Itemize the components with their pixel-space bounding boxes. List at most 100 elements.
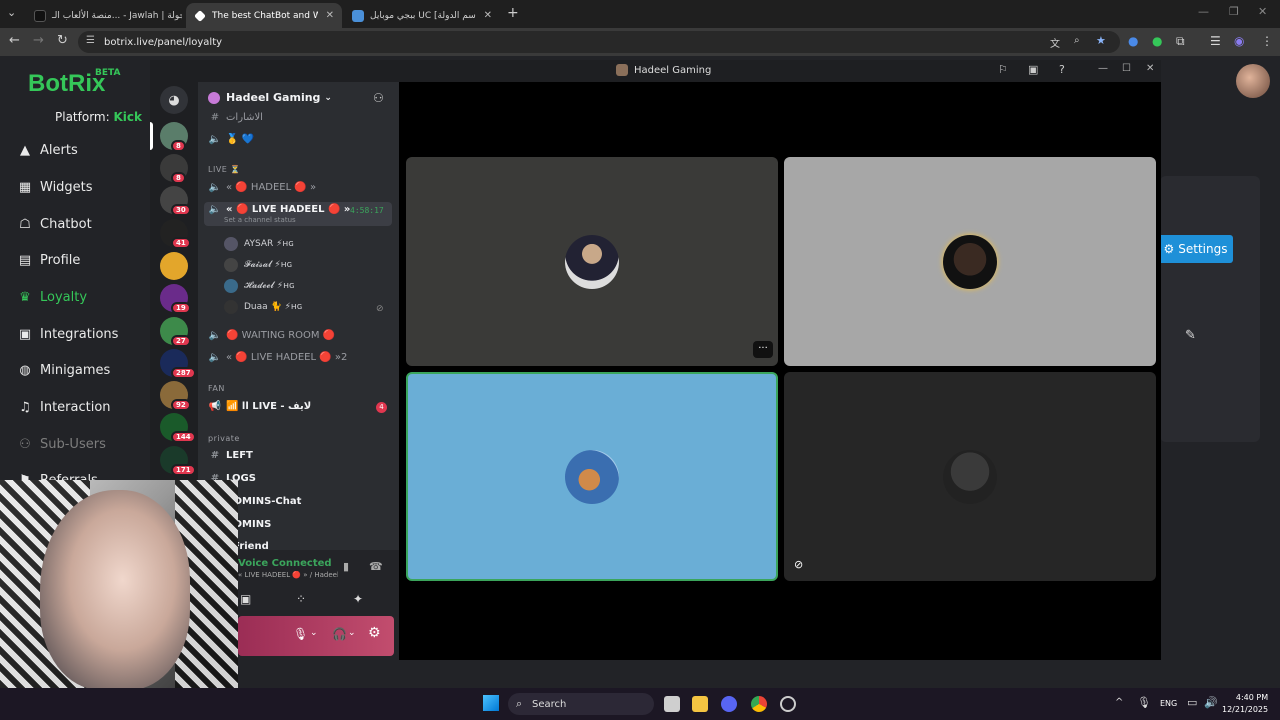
taskbar-search[interactable]: ⌕ Search	[508, 693, 654, 715]
channel-fan-live[interactable]: 📢 📶 ll LIVE - لايف	[208, 401, 311, 412]
nav-item-integrations[interactable]: ▣ Integrations	[16, 323, 119, 345]
discord-home-icon[interactable]: ◕	[160, 86, 188, 114]
voice-channel-hadeel[interactable]: 🔈 « 🔴 HADEEL 🔴 »	[208, 182, 316, 193]
participant-tile-speaking[interactable]	[406, 372, 778, 581]
channel-status[interactable]: Set a channel status	[224, 216, 296, 224]
channel-announcements[interactable]: # الاشارات	[208, 112, 263, 123]
plugin-icon: ▣	[18, 326, 32, 342]
translate-icon[interactable]: 文	[1050, 35, 1060, 50]
bookmark-star-icon[interactable]: ★	[1096, 34, 1106, 47]
close-tab-icon[interactable]: ✕	[476, 10, 492, 21]
voice-member[interactable]: AYSAR ⚡ʜɢ	[224, 237, 294, 251]
file-explorer-icon[interactable]	[692, 696, 708, 712]
reload-icon[interactable]: ↻	[57, 33, 68, 48]
close-icon[interactable]: ✕	[1146, 63, 1154, 74]
server-icon[interactable]	[160, 252, 188, 280]
botrix-logo[interactable]: BotRix	[28, 70, 105, 98]
voice-channel-live-hadeel[interactable]: 🔈 « 🔴 LIVE HADEEL 🔴 » 4:58:17 Set a chan…	[204, 202, 392, 226]
voice-member[interactable]: 𝓕𝓪𝓲𝓼𝓪𝓵 ⚡ʜɢ	[224, 258, 292, 272]
flag-icon[interactable]: ⚐	[998, 63, 1008, 76]
browser-tab-pubg[interactable]: ببجي موبايل UC [اسم الدولة] | جـ... ✕	[344, 3, 500, 28]
site-info-icon[interactable]: ☰	[86, 35, 95, 46]
nav-item-sub-users[interactable]: ⚇ Sub-Users	[16, 433, 106, 455]
profile-avatar-icon[interactable]: ◉	[1234, 34, 1244, 48]
chevron-up-icon[interactable]: ^	[1115, 697, 1123, 708]
minimize-window-icon[interactable]: —	[1198, 5, 1209, 18]
volume-icon[interactable]: 🔊	[1204, 696, 1218, 709]
nav-item-widgets[interactable]: ▦ Widgets	[16, 176, 93, 198]
voice-channel-live-hadeel-2[interactable]: 🔈 « 🔴 LIVE HADEEL 🔴 »2	[208, 352, 348, 363]
app-icon[interactable]	[780, 696, 796, 712]
chevron-down-icon[interactable]: ⌄	[310, 628, 318, 638]
reading-list-icon[interactable]: ☰	[1210, 34, 1221, 48]
extension-green-icon[interactable]: ●	[1152, 34, 1162, 48]
soundboard-icon[interactable]: ✦	[353, 592, 363, 606]
nav-item-alerts[interactable]: ▲ Alerts	[16, 139, 78, 161]
close-tab-icon[interactable]: ✕	[318, 10, 334, 21]
system-clock[interactable]: 4:40 PM 12/21/2025	[1222, 692, 1268, 716]
channel-left[interactable]: # LEFT	[208, 450, 253, 461]
zoom-icon[interactable]: ⌕	[1074, 35, 1080, 46]
nav-item-minigames[interactable]: ◍ Minigames	[16, 359, 110, 381]
close-window-icon[interactable]: ✕	[1258, 5, 1267, 18]
channel-medal[interactable]: 🔈 🥇 💙	[208, 134, 254, 145]
participant-avatar	[943, 234, 997, 289]
chrome-app-icon[interactable]	[751, 696, 767, 712]
screen-share-icon[interactable]: ▣	[1028, 63, 1038, 76]
discord-app-icon[interactable]	[721, 696, 737, 712]
voice-member[interactable]: 𝓗𝓪𝓭𝓮𝓮𝓵 ⚡ʜɢ	[224, 279, 295, 293]
signal-icon[interactable]: ▮	[343, 560, 349, 573]
nav-item-chatbot[interactable]: ☖ Chatbot	[16, 213, 92, 235]
nav-label: Interaction	[40, 399, 111, 415]
speaker-icon: 🔈	[208, 182, 222, 193]
extensions-puzzle-icon[interactable]: ⧉	[1176, 34, 1185, 49]
add-friend-icon[interactable]: ⚇	[373, 91, 384, 105]
network-icon[interactable]: ▭	[1187, 696, 1197, 709]
participant-tile[interactable]: ···	[406, 157, 778, 366]
forward-arrow-icon[interactable]: →	[33, 33, 44, 48]
hash-icon: #	[210, 450, 220, 461]
extension-blue-icon[interactable]: ●	[1128, 34, 1138, 48]
participant-tile[interactable]: ⊘	[784, 372, 1156, 581]
windows-start-icon[interactable]	[483, 695, 499, 711]
task-view-icon[interactable]	[664, 696, 680, 712]
maximize-icon[interactable]: ☐	[1122, 63, 1131, 74]
help-icon[interactable]: ?	[1059, 63, 1065, 76]
activities-icon[interactable]: ⁘	[296, 592, 306, 606]
category-live[interactable]: LIVE ⏳	[208, 165, 241, 174]
back-arrow-icon[interactable]: ←	[9, 33, 20, 48]
channel-name: الاشارات	[226, 112, 263, 123]
voice-channel-path[interactable]: « LIVE HADEEL 🔴 » / Hadeel Gaming	[238, 571, 338, 579]
browser-tab-jawlah[interactable]: منصة الألعاب الـ... - Jawlah | جولة ✕	[26, 3, 182, 28]
tab-list-icon[interactable]: ⌄	[7, 6, 16, 19]
headphones-icon[interactable]: 🎧	[332, 627, 347, 641]
chevron-down-icon[interactable]: ⌄	[348, 628, 356, 638]
browser-tab-botrix[interactable]: The best ChatBot and Widgets ✕	[186, 3, 342, 28]
server-header[interactable]: Hadeel Gaming ⌄	[208, 91, 332, 104]
microphone-icon[interactable]: 🎙	[293, 627, 308, 641]
minimize-icon[interactable]: —	[1098, 63, 1108, 74]
nav-item-loyalty[interactable]: ♛ Loyalty	[16, 286, 87, 308]
voice-member[interactable]: Duaa 🐈 ⚡ʜɢ	[224, 300, 302, 314]
participant-tile[interactable]	[784, 157, 1156, 366]
more-options-icon[interactable]: ···	[753, 341, 773, 358]
edit-pencil-icon[interactable]: ✎	[1185, 328, 1196, 343]
user-avatar[interactable]	[1236, 64, 1270, 98]
settings-button[interactable]: ⚙ Settings	[1158, 235, 1233, 263]
gear-icon: ⚙	[1163, 242, 1175, 256]
restore-window-icon[interactable]: ❐	[1229, 5, 1239, 18]
browser-menu-icon[interactable]: ⋮	[1261, 34, 1273, 48]
address-bar[interactable]: ☰ botrix.live/panel/loyalty 文 ⌕ ★	[78, 31, 1120, 53]
new-tab-icon[interactable]: +	[507, 5, 519, 21]
disconnect-icon[interactable]: ☎	[369, 560, 383, 573]
category-fan[interactable]: FAN	[208, 384, 225, 393]
camera-icon[interactable]: ▣	[240, 592, 251, 606]
settings-gear-icon[interactable]: ⚙	[368, 625, 381, 641]
language-indicator[interactable]: ENG	[1160, 699, 1177, 708]
nav-item-interaction[interactable]: ♫ Interaction	[16, 396, 111, 418]
microphone-tray-icon[interactable]: 🎙	[1137, 696, 1151, 709]
voice-channel-waiting-room[interactable]: 🔈 🔴 WAITING ROOM 🔴	[208, 330, 335, 341]
category-private[interactable]: private	[208, 434, 240, 443]
grid-icon: ▦	[18, 179, 32, 195]
nav-item-profile[interactable]: ▤ Profile	[16, 249, 81, 271]
